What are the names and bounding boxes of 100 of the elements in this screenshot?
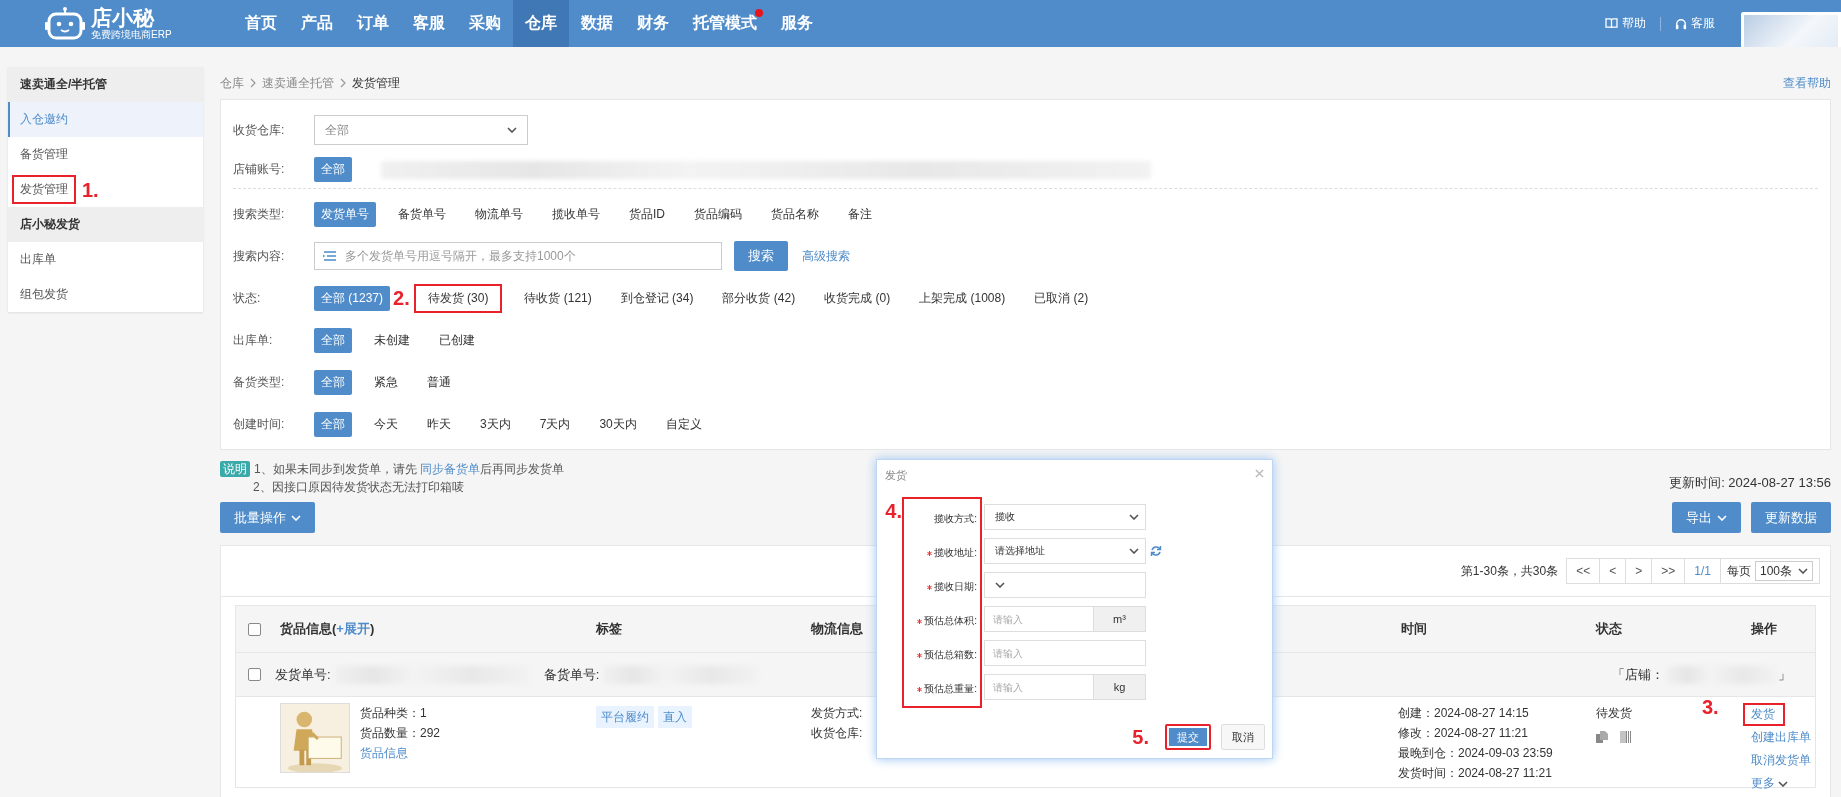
sidebar-group-title: 店小秘发货	[8, 207, 203, 242]
filter-option[interactable]: 全部 (1237)	[314, 285, 391, 311]
action-link[interactable]: 取消发货单	[1743, 749, 1821, 772]
export-button[interactable]: 导出	[1672, 502, 1741, 533]
column-header: 标签	[595, 620, 622, 638]
filter-option[interactable]: 部分收货 (42)	[715, 285, 803, 311]
field-label: 预估总箱数:	[924, 648, 977, 662]
filter-option[interactable]: 货品名称	[764, 201, 826, 227]
filter-option[interactable]: 昨天	[420, 411, 458, 437]
goods-info-link[interactable]: 货品信息	[360, 746, 408, 760]
nav-tab[interactable]: 订单	[345, 0, 401, 47]
submit-button[interactable]: 提交	[1165, 724, 1211, 750]
barcode-icon[interactable]	[1620, 731, 1632, 743]
filter-option[interactable]: 7天内	[532, 411, 578, 437]
dropdown[interactable]: 揽收	[984, 504, 1146, 530]
filter-option[interactable]: 货品ID	[622, 201, 672, 227]
filter-option[interactable]: 全部	[314, 411, 352, 437]
nav-tab[interactable]: 首页	[233, 0, 289, 47]
sidebar-item[interactable]: 备货管理	[8, 137, 203, 172]
filter-label: 创建时间:	[233, 415, 286, 433]
nav-tab[interactable]: 采购	[457, 0, 513, 47]
filter-option[interactable]: 货品编码	[687, 201, 749, 227]
filter-option[interactable]: 收货完成 (0)	[817, 285, 898, 311]
checkbox[interactable]	[248, 668, 261, 681]
filter-option[interactable]: 到仓登记 (34)	[613, 285, 701, 311]
cancel-button[interactable]: 取消	[1221, 724, 1265, 750]
filter-label: 收货仓库:	[233, 121, 286, 139]
dropdown[interactable]: 请选择地址	[984, 538, 1146, 564]
breadcrumb-item[interactable]: 发货管理	[352, 74, 400, 92]
nav-tab[interactable]: 产品	[289, 0, 345, 47]
filter-option[interactable]: 3天内	[473, 411, 518, 437]
chevron-down-icon	[1778, 780, 1788, 787]
annotation-number: 5.	[1132, 727, 1149, 747]
breadcrumb-item[interactable]: 仓库	[220, 74, 244, 92]
chevron-down-icon	[507, 127, 517, 133]
nav-tab[interactable]: 仓库	[513, 0, 569, 47]
customer-service-link[interactable]: 客服	[1675, 15, 1715, 32]
action-link[interactable]: 创建出库单	[1743, 726, 1821, 749]
filter-option[interactable]: 物流单号	[468, 201, 530, 227]
filter-option[interactable]: 已取消 (2)	[1027, 285, 1096, 311]
chevron-down-icon	[1717, 514, 1727, 521]
filter-option[interactable]: 普通	[420, 369, 458, 395]
nav-tab[interactable]: 服务	[769, 0, 825, 47]
copy-icon[interactable]	[1596, 731, 1608, 743]
filter-option[interactable]: 待发货 (30)	[413, 283, 503, 313]
filter-option[interactable]: 全部	[314, 157, 352, 182]
close-icon[interactable]	[1255, 469, 1264, 478]
filter-label: 搜索内容:	[233, 247, 286, 265]
filter-option[interactable]: 全部	[314, 327, 352, 353]
filter-option[interactable]: 揽收单号	[545, 201, 607, 227]
per-page-dropdown[interactable]: 100条	[1754, 561, 1813, 581]
book-icon	[1605, 18, 1618, 29]
logistics-label: 收货仓库:	[811, 725, 863, 742]
warehouse-dropdown[interactable]: 全部	[314, 115, 528, 145]
help-link[interactable]: 帮助	[1605, 15, 1646, 32]
advanced-search-link[interactable]: 高级搜索	[802, 247, 850, 265]
filter-option[interactable]: 上架完成 (1008)	[912, 285, 1013, 311]
column-header: 物流信息	[810, 620, 863, 638]
nav-tab[interactable]: 财务	[625, 0, 681, 47]
nav-tab[interactable]: 客服	[401, 0, 457, 47]
filter-option[interactable]: 紧急	[367, 369, 405, 395]
nav-tab[interactable]: 托管模式	[681, 0, 769, 47]
unit-label: kg	[1094, 674, 1146, 700]
page-summary: 第1-30条，共30条	[1460, 562, 1559, 580]
action-link[interactable]: 更多	[1743, 772, 1798, 795]
filter-option[interactable]: 待收货 (121)	[517, 285, 599, 311]
sidebar-item[interactable]: 发货管理	[12, 175, 76, 204]
filter-option[interactable]: 已创建	[432, 327, 482, 353]
dialog-title: 发货	[885, 468, 907, 483]
search-button[interactable]: 搜索	[734, 241, 788, 271]
input-field[interactable]: 请输入	[984, 674, 1094, 700]
field-label: 揽收日期:	[934, 580, 977, 594]
action-link[interactable]: 发货	[1743, 703, 1785, 726]
filter-option[interactable]: 自定义	[658, 411, 709, 437]
filter-label: 搜索类型:	[233, 205, 286, 223]
required-icon	[927, 584, 933, 590]
refresh-icon[interactable]	[1150, 545, 1162, 557]
status-text: 待发货	[1596, 705, 1632, 722]
filter-option[interactable]: 发货单号	[314, 201, 376, 227]
batch-actions-button[interactable]: 批量操作	[220, 502, 315, 533]
nav-tab[interactable]: 数据	[569, 0, 625, 47]
checkbox[interactable]	[248, 622, 261, 636]
chevron-down-icon	[1798, 568, 1808, 574]
filter-option[interactable]: 全部	[314, 369, 352, 395]
filter-option[interactable]: 30天内	[592, 411, 644, 437]
input-field[interactable]: 请输入	[984, 640, 1146, 666]
column-header: 状态	[1594, 620, 1622, 638]
search-field[interactable]: 多个发货单号用逗号隔开，最多支持1000个	[314, 242, 722, 270]
column-header: 货品信息(+展开)	[279, 620, 375, 638]
chevron-down-icon	[995, 582, 1005, 588]
filter-option[interactable]: 备货单号	[391, 201, 453, 227]
filter-label: 出库单:	[233, 331, 274, 349]
filter-option[interactable]: 今天	[367, 411, 405, 437]
filter-option[interactable]: 备注	[841, 201, 879, 227]
field-label: 揽收方式:	[934, 512, 977, 526]
sidebar-item[interactable]: 出库单	[8, 242, 203, 277]
input-field[interactable]: 请输入	[984, 606, 1094, 632]
sidebar-item[interactable]: 组包发货	[8, 277, 203, 312]
refresh-data-button[interactable]: 更新数据	[1751, 502, 1831, 533]
filter-option[interactable]: 未创建	[367, 327, 417, 353]
